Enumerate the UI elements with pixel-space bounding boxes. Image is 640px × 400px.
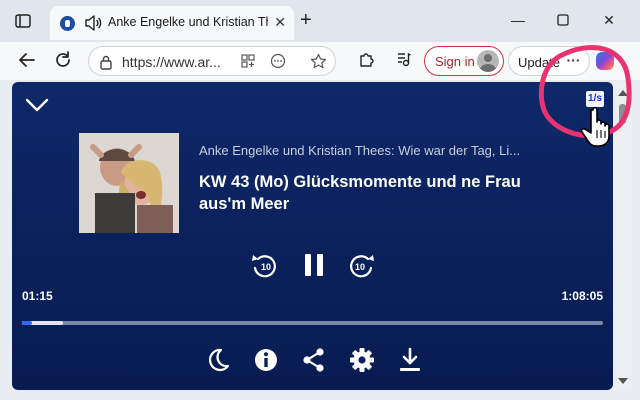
share-icon[interactable] <box>300 346 328 374</box>
rewind-10-icon[interactable]: 10 <box>250 250 280 280</box>
copilot-icon[interactable] <box>596 52 614 70</box>
podcast-cover-image <box>79 133 179 233</box>
collapse-chevron-down-icon[interactable] <box>24 96 50 114</box>
forward-10-label: 10 <box>355 262 365 272</box>
rewind-10-label: 10 <box>261 262 271 272</box>
url-text: https://www.ar... <box>122 54 221 70</box>
refresh-icon[interactable] <box>52 50 74 72</box>
duration: 1:08:05 <box>561 289 603 303</box>
scrollbar-thumb[interactable] <box>619 104 626 124</box>
sign-in-label: Sign in <box>435 54 475 69</box>
audio-player: 1/s Anke Engelke und Kristian Thees: Wie… <box>12 82 613 390</box>
minimize-icon[interactable]: — <box>503 8 533 32</box>
read-aloud-icon[interactable] <box>269 53 287 71</box>
favorite-star-icon[interactable] <box>309 53 327 71</box>
settings-gear-icon[interactable] <box>348 346 376 374</box>
app-grid-icon[interactable] <box>239 53 257 71</box>
more-dots-icon[interactable]: ··· <box>560 49 587 73</box>
forward-10-icon[interactable]: 10 <box>346 250 376 280</box>
show-title[interactable]: Anke Engelke und Kristian Thees: Wie war… <box>199 143 539 158</box>
progress-played[interactable] <box>22 321 33 325</box>
sign-in-button[interactable]: Sign in <box>424 46 504 76</box>
pause-icon[interactable] <box>299 250 329 280</box>
scroll-up-arrow-icon[interactable] <box>618 90 628 96</box>
back-arrow-icon[interactable] <box>16 50 38 72</box>
page-scrollbar[interactable] <box>614 82 632 390</box>
info-icon[interactable] <box>252 346 280 374</box>
progress-track[interactable] <box>22 321 603 325</box>
tab-actions-icon[interactable] <box>14 12 32 30</box>
browser-tab[interactable]: Anke Engelke und Kristian Thees: Wie war… <box>50 6 294 40</box>
playback-speed-button[interactable]: 1/s <box>586 91 604 107</box>
speaker-icon[interactable] <box>84 13 102 33</box>
close-window-icon[interactable]: ✕ <box>594 8 624 32</box>
new-tab-plus-icon[interactable]: + <box>300 10 312 30</box>
media-control-icon[interactable] <box>393 50 415 72</box>
browser-titlebar: Anke Engelke und Kristian Thees: Wie war… <box>0 0 640 42</box>
maximize-icon[interactable] <box>548 8 578 32</box>
current-time: 01:15 <box>22 289 53 303</box>
scroll-down-arrow-icon[interactable] <box>618 378 628 384</box>
browser-toolbar: https://www.ar... Sign in Update ··· <box>0 42 640 80</box>
address-bar[interactable]: https://www.ar... <box>88 46 336 76</box>
update-button[interactable]: Update ··· <box>508 46 590 76</box>
update-label: Update <box>518 55 560 70</box>
sleep-timer-moon-icon[interactable] <box>204 346 232 374</box>
episode-title: KW 43 (Mo) Glücksmomente und ne Frau aus… <box>199 173 521 213</box>
download-icon[interactable] <box>396 346 424 374</box>
puzzle-extensions-icon[interactable] <box>356 50 378 72</box>
lock-icon[interactable] <box>99 54 113 70</box>
close-tab-icon[interactable]: ✕ <box>274 14 286 31</box>
tab-title: Anke Engelke und Kristian Thees: Wie war… <box>108 15 268 29</box>
avatar <box>477 50 499 72</box>
site-favicon-icon <box>60 16 75 31</box>
